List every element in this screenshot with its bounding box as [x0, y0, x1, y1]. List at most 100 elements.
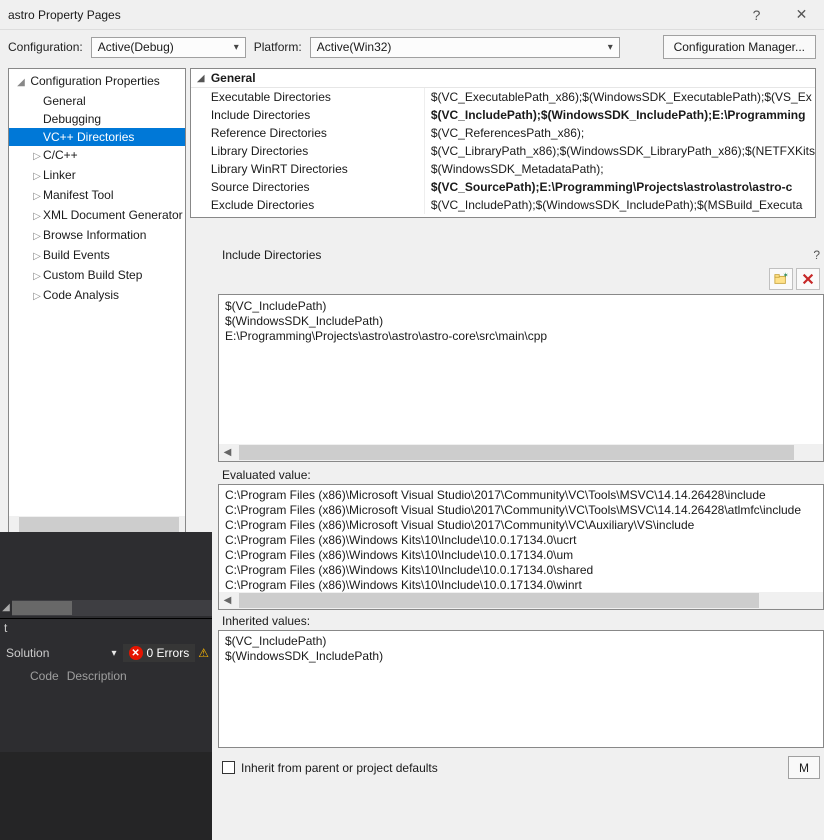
include-directories-dialog: Include Directories ? ✶ $(VC_IncludePath…: [212, 240, 824, 787]
prop-value: $(VC_ReferencesPath_x86);: [425, 124, 815, 142]
tree-item-debugging[interactable]: Debugging: [9, 110, 185, 128]
delete-line-button[interactable]: [796, 268, 820, 290]
configuration-label: Configuration:: [8, 40, 83, 54]
grid-row-include-directories[interactable]: Include Directories $(VC_IncludePath);$(…: [191, 106, 815, 124]
inherited-value-box[interactable]: $(VC_IncludePath) $(WindowsSDK_IncludePa…: [218, 630, 824, 748]
property-grid: ◢ General Executable Directories $(VC_Ex…: [190, 68, 816, 218]
directories-editbox[interactable]: $(VC_IncludePath) $(WindowsSDK_IncludePa…: [218, 294, 824, 462]
col-code[interactable]: Code: [30, 669, 59, 683]
grid-row-library-directories[interactable]: Library Directories $(VC_LibraryPath_x86…: [191, 142, 815, 160]
close-button[interactable]: ✕: [779, 0, 824, 30]
expand-arrow-right-icon: ▷: [31, 269, 43, 285]
prop-name: Source Directories: [191, 178, 425, 196]
evaluated-label: Evaluated value:: [218, 464, 824, 484]
evaluated-line: C:\Program Files (x86)\Microsoft Visual …: [225, 488, 817, 503]
grid-row-reference-directories[interactable]: Reference Directories $(VC_ReferencesPat…: [191, 124, 815, 142]
expand-arrow-right-icon: ▷: [31, 249, 43, 265]
prop-value: $(WindowsSDK_MetadataPath);: [425, 160, 815, 178]
help-button[interactable]: ?: [734, 0, 779, 30]
inherited-line: $(WindowsSDK_IncludePath): [225, 649, 817, 664]
tree-item-code-analysis[interactable]: ▷Code Analysis: [9, 286, 185, 306]
grid-section-header[interactable]: ◢ General: [191, 69, 815, 88]
tree-item-manifest-tool[interactable]: ▷Manifest Tool: [9, 186, 185, 206]
ide-background-panel: ◢ t Solution ▾ ✕ 0 Errors ⚠ Code Descrip…: [0, 532, 212, 752]
tree-item-general[interactable]: General: [9, 92, 185, 110]
inherited-label: Inherited values:: [218, 610, 824, 630]
prop-name: Include Directories: [191, 106, 425, 124]
edit-line: $(VC_IncludePath): [225, 299, 817, 314]
prop-name: Library Directories: [191, 142, 425, 160]
expand-arrow-down-icon: ◢: [15, 75, 27, 91]
dialog-title: Include Directories: [222, 248, 813, 262]
prop-name: Exclude Directories: [191, 196, 425, 214]
prop-value: $(VC_IncludePath);$(WindowsSDK_IncludePa…: [425, 196, 815, 214]
evaluated-value-box[interactable]: C:\Program Files (x86)\Microsoft Visual …: [218, 484, 824, 610]
tree-item-build-events[interactable]: ▷Build Events: [9, 246, 185, 266]
prop-value: $(VC_IncludePath);$(WindowsSDK_IncludePa…: [425, 106, 815, 124]
inherit-checkbox-label: Inherit from parent or project defaults: [241, 761, 438, 775]
errors-badge[interactable]: ✕ 0 Errors: [123, 644, 196, 662]
property-tree[interactable]: ◢ Configuration Properties General Debug…: [8, 68, 186, 534]
configuration-manager-button[interactable]: Configuration Manager...: [663, 35, 816, 59]
window-buttons: ? ✕: [734, 0, 824, 30]
ide-text-fragment: t: [0, 619, 212, 641]
inherited-line: $(VC_IncludePath): [225, 634, 817, 649]
edit-line: E:\Programming\Projects\astro\astro\astr…: [225, 329, 817, 344]
grid-section-label: General: [211, 71, 256, 85]
errors-count: 0 Errors: [147, 646, 190, 660]
solution-filter[interactable]: Solution: [0, 646, 49, 660]
tree-item-linker[interactable]: ▷Linker: [9, 166, 185, 186]
evaluated-line: C:\Program Files (x86)\Microsoft Visual …: [225, 503, 817, 518]
evaluated-line: C:\Program Files (x86)\Windows Kits\10\I…: [225, 533, 817, 548]
expand-arrow-right-icon: ▷: [31, 189, 43, 205]
tree-item-xml-doc-gen[interactable]: ▷XML Document Generator: [9, 206, 185, 226]
dialog-toolbar: ✶: [218, 268, 824, 292]
ide-background-panel-lower: [0, 752, 212, 840]
expand-arrow-icon: ◢: [0, 602, 12, 613]
expand-arrow-right-icon: ▷: [31, 209, 43, 225]
tree-horizontal-scrollbar[interactable]: [9, 516, 185, 533]
grid-row-executable-directories[interactable]: Executable Directories $(VC_ExecutablePa…: [191, 88, 815, 106]
svg-text:✶: ✶: [783, 272, 788, 279]
scroll-left-icon[interactable]: ◀: [219, 592, 236, 609]
col-description[interactable]: Description: [67, 669, 127, 683]
macros-button[interactable]: M: [788, 756, 820, 779]
evaluated-line: C:\Program Files (x86)\Windows Kits\10\I…: [225, 548, 817, 563]
prop-name: Reference Directories: [191, 124, 425, 142]
configuration-combo[interactable]: Active(Debug) ▾: [91, 37, 246, 58]
tree-root[interactable]: ◢ Configuration Properties: [9, 72, 185, 92]
dropdown-icon[interactable]: ▾: [106, 648, 123, 659]
edit-line: $(WindowsSDK_IncludePath): [225, 314, 817, 329]
help-icon[interactable]: ?: [813, 248, 820, 262]
inherit-checkbox[interactable]: [222, 761, 235, 774]
tree-item-browse-info[interactable]: ▷Browse Information: [9, 226, 185, 246]
expand-arrow-right-icon: ▷: [31, 229, 43, 245]
warning-icon[interactable]: ⚠: [195, 646, 212, 660]
new-line-button[interactable]: ✶: [769, 268, 793, 290]
scroll-left-icon[interactable]: ◀: [219, 444, 236, 461]
editbox-horizontal-scrollbar[interactable]: ◀: [219, 444, 823, 461]
ide-scroll-row: ◢: [0, 597, 212, 619]
grid-row-source-directories[interactable]: Source Directories $(VC_SourcePath);E:\P…: [191, 178, 815, 196]
chevron-down-icon: ▾: [608, 42, 613, 53]
tree-item-ccpp[interactable]: ▷C/C++: [9, 146, 185, 166]
grid-row-library-winrt-directories[interactable]: Library WinRT Directories $(WindowsSDK_M…: [191, 160, 815, 178]
evaluated-horizontal-scrollbar[interactable]: ◀: [219, 592, 823, 609]
expand-arrow-right-icon: ▷: [31, 149, 43, 165]
ide-horizontal-scrollbar[interactable]: [12, 600, 212, 616]
config-row: Configuration: Active(Debug) ▾ Platform:…: [0, 30, 824, 64]
platform-combo[interactable]: Active(Win32) ▾: [310, 37, 620, 58]
tree-item-vcpp-directories[interactable]: VC++ Directories: [9, 128, 185, 146]
tree-item-custom-build-step[interactable]: ▷Custom Build Step: [9, 266, 185, 286]
prop-name: Library WinRT Directories: [191, 160, 425, 178]
prop-name: Executable Directories: [191, 88, 425, 106]
grid-row-exclude-directories[interactable]: Exclude Directories $(VC_IncludePath);$(…: [191, 196, 815, 214]
titlebar: astro Property Pages ? ✕: [0, 0, 824, 30]
window-title: astro Property Pages: [8, 8, 734, 22]
tree-root-label: Configuration Properties: [30, 74, 159, 88]
evaluated-line: C:\Program Files (x86)\Windows Kits\10\I…: [225, 578, 817, 593]
inherit-row: Inherit from parent or project defaults …: [218, 754, 824, 781]
platform-label: Platform:: [254, 40, 302, 54]
evaluated-line: C:\Program Files (x86)\Microsoft Visual …: [225, 518, 817, 533]
configuration-value: Active(Debug): [98, 40, 174, 54]
